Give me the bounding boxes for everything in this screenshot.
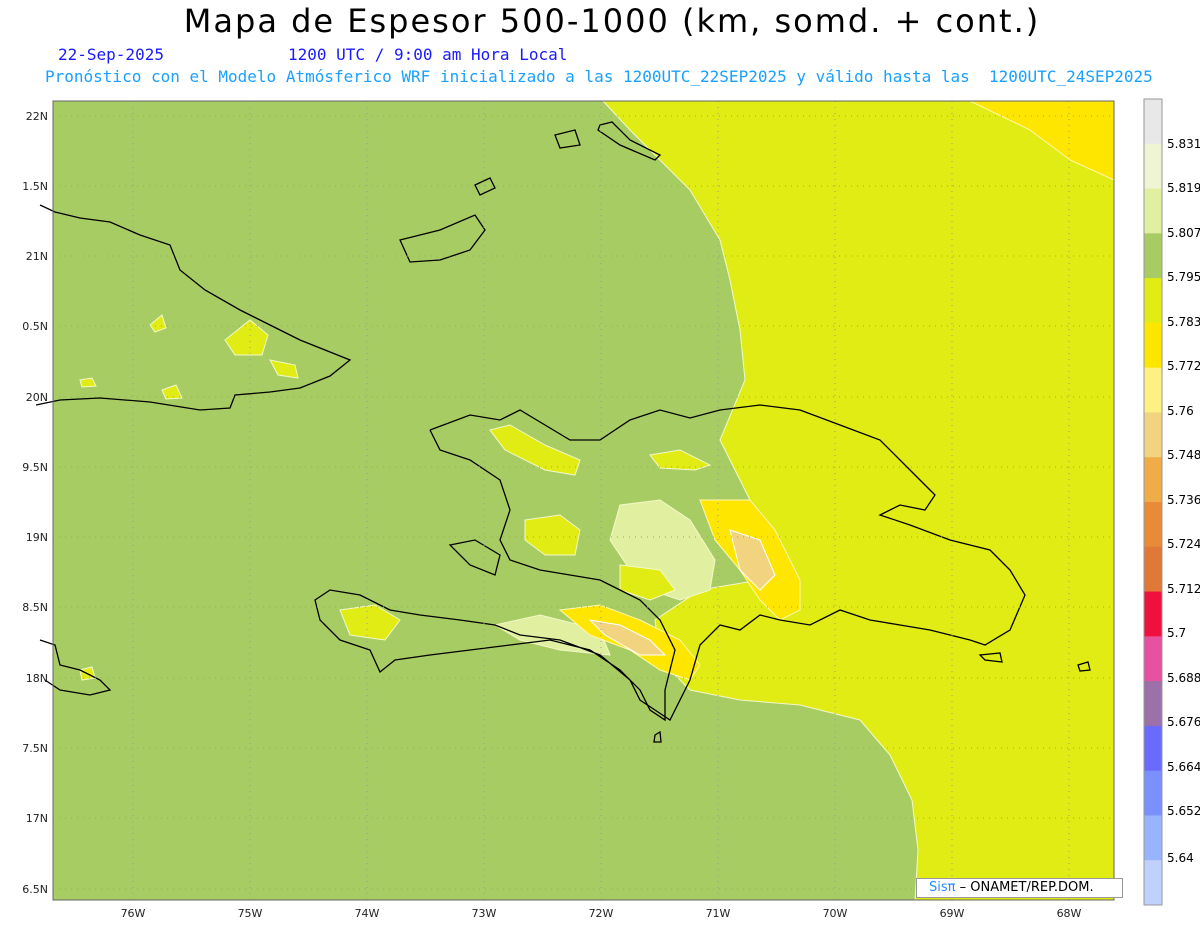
lat-label: 8.5N bbox=[22, 601, 48, 614]
legend-swatch bbox=[1144, 815, 1162, 861]
legend-swatch bbox=[1144, 457, 1162, 503]
legend-swatch bbox=[1144, 725, 1162, 772]
legend-swatch bbox=[1144, 770, 1162, 816]
legend-swatch bbox=[1144, 681, 1162, 727]
legend-label: 5.783 bbox=[1167, 315, 1200, 329]
legend-label: 5.652 bbox=[1167, 804, 1200, 818]
legend-label: 5.736 bbox=[1167, 493, 1200, 507]
lat-label: 20N bbox=[26, 391, 48, 404]
longitude-axis: 76W 75W 74W 73W 72W 71W 70W 69W 68W bbox=[121, 907, 1082, 920]
legend-label: 5.748 bbox=[1167, 448, 1200, 462]
lon-label: 74W bbox=[355, 907, 380, 920]
credit-text: – ONAMET/REP.DOM. bbox=[959, 880, 1094, 895]
legend-swatch bbox=[1144, 502, 1162, 548]
sispi-logo-text: Sisπ bbox=[929, 880, 956, 895]
legend-label: 5.76 bbox=[1167, 404, 1194, 418]
legend-label: 5.772 bbox=[1167, 359, 1200, 373]
legend-label: 5.688 bbox=[1167, 671, 1200, 685]
lat-label: 6.5N bbox=[22, 883, 48, 896]
legend-swatch bbox=[1144, 233, 1162, 279]
legend-swatch bbox=[1144, 591, 1162, 637]
legend-labels: 5.831 5.819 5.807 5.795 5.783 5.772 5.76… bbox=[1167, 137, 1200, 865]
legend-label: 5.795 bbox=[1167, 270, 1200, 284]
lon-label: 75W bbox=[238, 907, 263, 920]
lat-label: 7.5N bbox=[22, 742, 48, 755]
legend-color-bar bbox=[1143, 98, 1163, 906]
lat-label: 1.5N bbox=[22, 180, 48, 193]
lon-label: 70W bbox=[823, 907, 848, 920]
lon-label: 68W bbox=[1057, 907, 1082, 920]
lat-label: 9.5N bbox=[22, 461, 48, 474]
credit-box: Sisπ – ONAMET/REP.DOM. bbox=[916, 878, 1123, 898]
thickness-map: 22N 1.5N 21N 0.5N 20N 9.5N 19N 8.5N 18N … bbox=[22, 98, 1200, 920]
lat-label: 18N bbox=[26, 672, 48, 685]
lat-label: 21N bbox=[26, 250, 48, 263]
legend-swatch bbox=[1144, 278, 1162, 324]
lon-label: 69W bbox=[940, 907, 965, 920]
latitude-axis: 22N 1.5N 21N 0.5N 20N 9.5N 19N 8.5N 18N … bbox=[22, 110, 48, 896]
legend-label: 5.807 bbox=[1167, 226, 1200, 240]
legend-label: 5.676 bbox=[1167, 715, 1200, 729]
legend-swatch bbox=[1144, 412, 1162, 458]
lat-label: 19N bbox=[26, 531, 48, 544]
legend-swatch bbox=[1144, 143, 1162, 190]
legend-label: 5.831 bbox=[1167, 137, 1200, 151]
legend-label: 5.819 bbox=[1167, 181, 1200, 195]
lat-label: 22N bbox=[26, 110, 48, 123]
legend-label: 5.7 bbox=[1167, 626, 1186, 640]
legend-swatch bbox=[1144, 367, 1162, 413]
legend-label: 5.724 bbox=[1167, 537, 1200, 551]
lon-label: 72W bbox=[589, 907, 614, 920]
legend-swatch bbox=[1144, 99, 1162, 145]
lat-label: 17N bbox=[26, 812, 48, 825]
legend-label: 5.664 bbox=[1167, 760, 1200, 774]
legend-swatch bbox=[1144, 188, 1162, 234]
legend-swatch bbox=[1144, 546, 1162, 593]
legend-swatch bbox=[1144, 636, 1162, 682]
lon-label: 73W bbox=[472, 907, 497, 920]
legend-label: 5.712 bbox=[1167, 582, 1200, 596]
lon-label: 76W bbox=[121, 907, 146, 920]
lat-label: 0.5N bbox=[22, 320, 48, 333]
legend-swatch bbox=[1144, 860, 1162, 906]
legend-label: 5.64 bbox=[1167, 851, 1194, 865]
lon-label: 71W bbox=[706, 907, 731, 920]
legend-swatch bbox=[1144, 322, 1162, 369]
